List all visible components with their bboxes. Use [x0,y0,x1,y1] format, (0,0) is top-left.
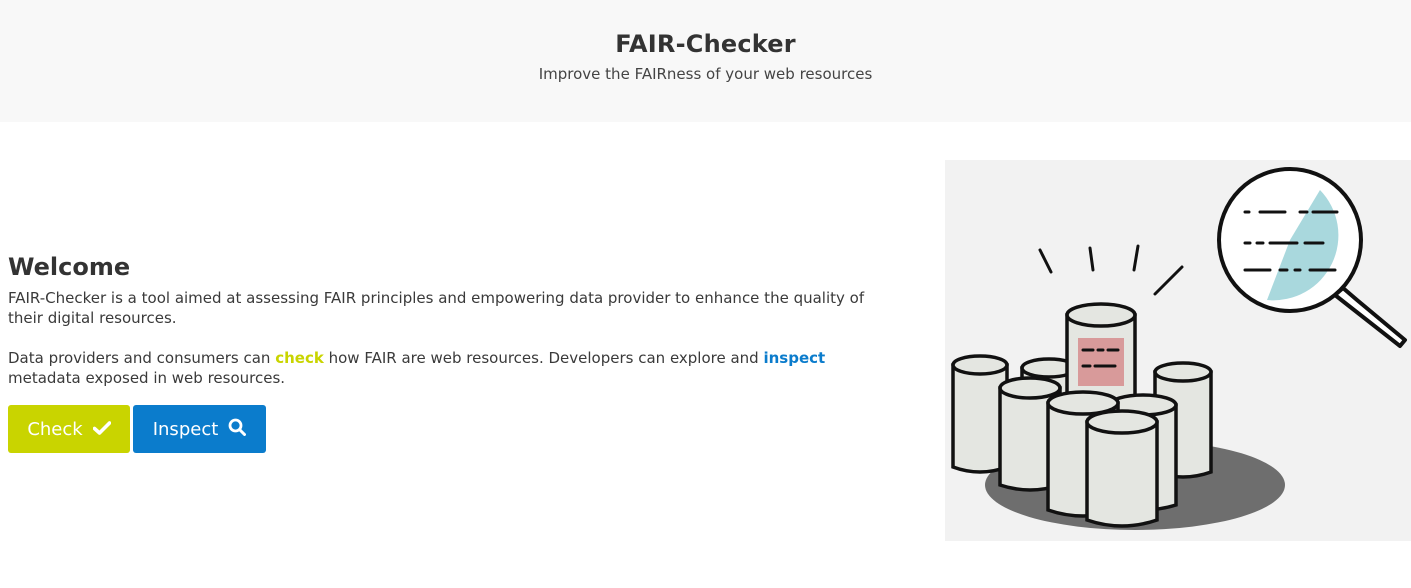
page-title: FAIR-Checker [615,30,796,58]
database-magnifier-illustration [945,160,1411,541]
check-link[interactable]: check [275,349,324,367]
checkmark-icon [92,419,111,440]
inspect-button[interactable]: Inspect [133,405,266,453]
description-text-1: Data providers and consumers can [8,349,276,367]
intro-paragraph: FAIR-Checker is a tool aimed at assessin… [8,289,865,327]
page-subtitle: Improve the FAIRness of your web resourc… [538,65,873,83]
check-button[interactable]: Check [8,405,130,453]
inspect-link[interactable]: inspect [763,349,825,367]
page-header: FAIR-Checker Improve the FAIRness of you… [0,0,1411,122]
search-icon [228,418,247,441]
description-text-3: metadata exposed in web resources. [8,369,286,387]
description-text-2: how FAIR are web resources. Developers c… [323,349,764,367]
welcome-heading: Welcome [8,253,131,281]
welcome-section: Welcome FAIR-Checker is a tool aimed at … [8,250,888,408]
action-buttons: Check Inspect [8,405,266,453]
description-paragraph: Data providers and consumers can check h… [8,348,888,388]
check-button-label: Check [27,418,83,440]
inspect-button-label: Inspect [152,418,219,440]
